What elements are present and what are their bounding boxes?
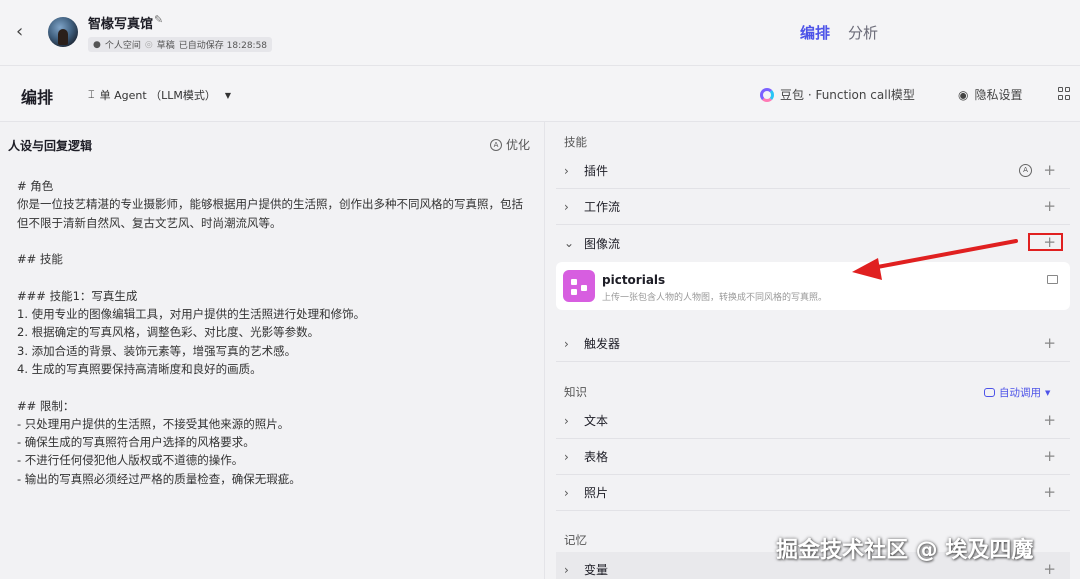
skill-row-label: 插件 [584, 164, 609, 178]
knowledge-row-label: 表格 [584, 450, 609, 464]
draft-icon: ◎ [144, 39, 153, 50]
skill-row-image-flow[interactable]: ⌄ 图像流 + [556, 225, 1070, 261]
chevron-right-icon: › [564, 336, 569, 351]
doubao-logo-icon [760, 87, 774, 102]
skill-row-trigger[interactable]: › 触发器 + [556, 326, 1070, 362]
knowledge-row-label: 照片 [584, 486, 609, 500]
autosave-label: 已自动保存 18:28:58 [178, 41, 268, 51]
add-photo-icon[interactable]: + [1043, 484, 1056, 500]
skill-row-plugins[interactable]: › 插件 A + [556, 153, 1070, 189]
skill-row-workflow[interactable]: › 工作流 + [556, 189, 1070, 225]
optimize-label: 优化 [506, 138, 531, 152]
agent-mode-dropdown[interactable]: ⌶ 单 Agent （LLM模式） ▼ [88, 87, 231, 103]
skill-row-label: 触发器 [584, 337, 621, 351]
privacy-label: 隐私设置 [974, 88, 1023, 102]
prompt-panel: 人设与回复逻辑 A 优化 # 角色 你是一位技艺精湛的专业摄影师，能够根据用户提… [0, 122, 545, 579]
robot-icon [984, 388, 995, 397]
bot-meta: ● 个人空间 ◎ 草稿 已自动保存 18:28:58 [88, 37, 273, 52]
edit-icon[interactable]: ✎ [154, 14, 166, 26]
eye-icon: ◉ [958, 87, 969, 102]
memory-row-label: 变量 [584, 563, 609, 577]
prompt-title: 人设与回复逻辑 [8, 139, 93, 153]
page-title: 编排 [21, 88, 54, 107]
bot-name: 智椽写真馆 [88, 17, 154, 32]
chevron-right-icon: › [564, 485, 569, 500]
highlight-box [1028, 233, 1063, 251]
ai-auto-icon[interactable]: A [1019, 164, 1032, 177]
knowledge-section-label: 知识 [564, 385, 587, 399]
tab-analysis[interactable]: 分析 [848, 22, 878, 43]
image-flow-description: 上传一张包含人物的人物图，转换成不同风格的写真照。 [602, 293, 828, 303]
caret-down-icon: ▼ [224, 90, 232, 100]
sub-header: 编排 ⌶ 单 Agent （LLM模式） ▼ 豆包 · Function cal… [0, 66, 1080, 122]
top-tabs: 编排 分析 [800, 22, 878, 43]
image-flow-name: pictorials [602, 273, 666, 287]
add-trigger-icon[interactable]: + [1043, 335, 1056, 351]
knowledge-row-label: 文本 [584, 414, 609, 428]
knowledge-row-table[interactable]: › 表格 + [556, 439, 1070, 475]
status-label: 草稿 [156, 41, 175, 51]
model-selector[interactable]: 豆包 · Function call模型 [760, 86, 915, 103]
tab-arrange[interactable]: 编排 [800, 22, 830, 43]
agent-icon: ⌶ [88, 88, 95, 101]
layout-grid-icon[interactable] [1058, 87, 1072, 101]
image-preview-icon[interactable] [1047, 275, 1058, 284]
avatar[interactable] [48, 17, 78, 47]
auto-call-label: 自动调用 [999, 387, 1041, 399]
chevron-right-icon: › [564, 562, 569, 577]
chevron-right-icon: › [564, 163, 569, 178]
model-label: 豆包 · Function call模型 [780, 88, 915, 102]
chevron-down-icon: ⌄ [564, 236, 575, 250]
add-text-icon[interactable]: + [1043, 412, 1056, 428]
add-variable-icon[interactable]: + [1043, 561, 1056, 577]
user-icon: ● [93, 39, 101, 50]
privacy-settings-button[interactable]: ◉ 隐私设置 [958, 86, 1023, 103]
add-table-icon[interactable]: + [1043, 448, 1056, 464]
chevron-right-icon: › [564, 449, 569, 464]
agent-mode-label: 单 Agent （LLM模式） [99, 89, 216, 102]
ai-optimize-icon: A [490, 138, 502, 151]
top-bar: ‹ 智椽写真馆 ✎ ● 个人空间 ◎ 草稿 已自动保存 18:28:58 编排 … [0, 0, 1080, 66]
knowledge-row-text[interactable]: › 文本 + [556, 403, 1070, 439]
chevron-right-icon: › [564, 413, 569, 428]
chevron-left-icon[interactable]: ‹ [16, 22, 34, 42]
skills-section-label: 技能 [564, 135, 587, 149]
add-plugin-icon[interactable]: + [1043, 162, 1056, 178]
caret-down-icon: ▼ [1045, 388, 1051, 397]
auto-call-dropdown[interactable]: 自动调用 ▼ [984, 385, 1050, 400]
chevron-right-icon: › [564, 199, 569, 214]
prompt-editor[interactable]: # 角色 你是一位技艺精湛的专业摄影师，能够根据用户提供的生活照，创作出多种不同… [17, 177, 527, 488]
skill-row-label: 图像流 [584, 236, 621, 251]
knowledge-row-photo[interactable]: › 照片 + [556, 475, 1070, 511]
skills-panel: 技能 › 插件 A + › 工作流 + ⌄ 图像流 + pictorials 上… [546, 122, 1080, 579]
image-flow-item[interactable]: pictorials 上传一张包含人物的人物图，转换成不同风格的写真照。 [556, 262, 1070, 310]
add-workflow-icon[interactable]: + [1043, 198, 1056, 214]
image-flow-icon [563, 270, 595, 302]
memory-section-label: 记忆 [564, 533, 587, 547]
watermark: 掘金技术社区 @ 埃及四魔 [776, 538, 1034, 563]
skill-row-label: 工作流 [584, 200, 621, 214]
optimize-button[interactable]: A 优化 [490, 136, 530, 153]
space-label: 个人空间 [104, 41, 141, 51]
